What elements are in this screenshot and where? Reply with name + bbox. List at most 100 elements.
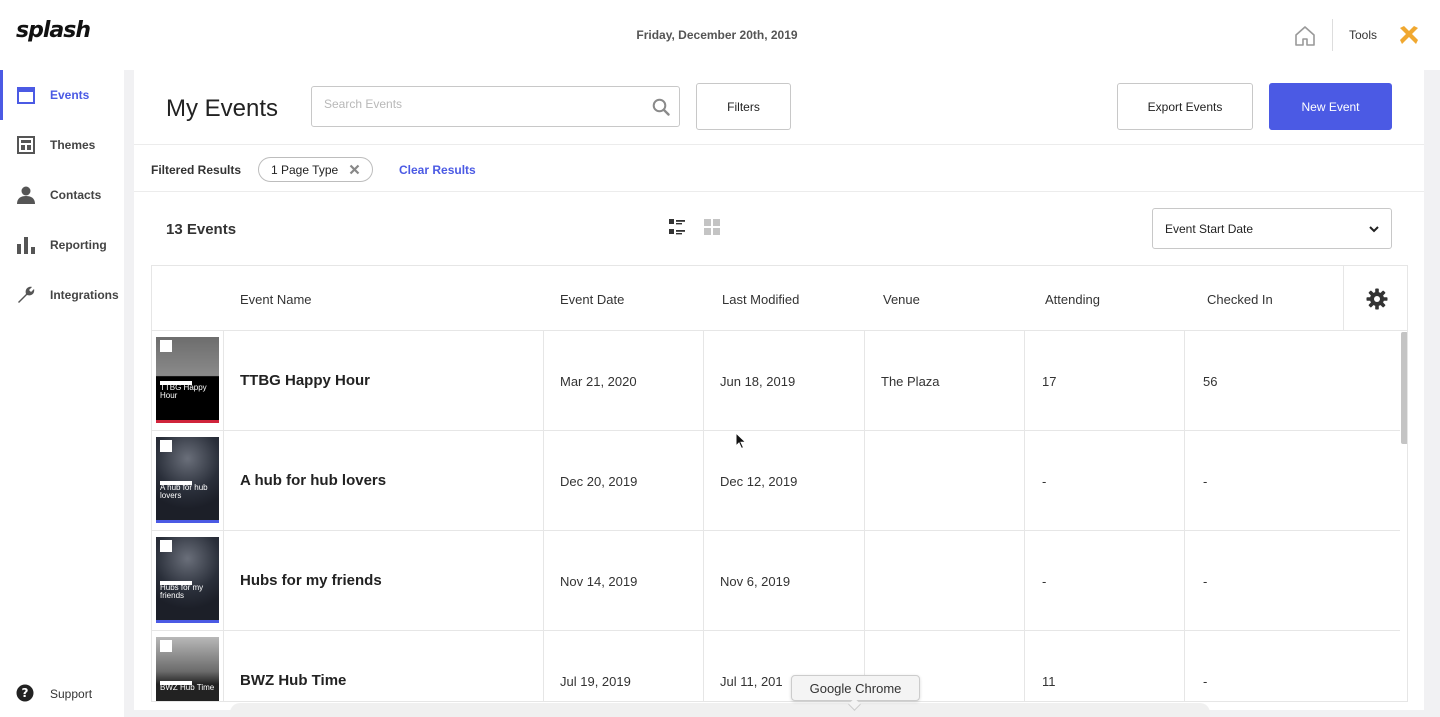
- filtered-results-label: Filtered Results: [151, 163, 242, 177]
- tools-icon: [160, 440, 172, 452]
- thumbnail-title: A hub for hub lovers: [160, 483, 208, 500]
- column-divider: [864, 431, 865, 531]
- thumbnail-title: TTBG Happy Hour: [160, 383, 207, 400]
- current-date: Friday, December 20th, 2019: [636, 28, 798, 42]
- tools-label[interactable]: Tools: [1349, 28, 1377, 42]
- column-header-checked-in[interactable]: Checked In: [1207, 292, 1273, 307]
- sort-select[interactable]: Event Start Date: [1152, 208, 1392, 249]
- tools-icon: [160, 340, 172, 352]
- event-name[interactable]: A hub for hub lovers: [240, 472, 386, 489]
- column-settings: [1343, 266, 1407, 331]
- person-icon: [17, 186, 35, 204]
- thumbnail-title: BWZ Hub Time: [160, 683, 215, 692]
- sidebar-item-label: Reporting: [50, 238, 107, 252]
- column-header-venue[interactable]: Venue: [883, 292, 920, 307]
- table-scrollbar-thumb[interactable]: [1401, 332, 1407, 444]
- last-modified: Jun 18, 2019: [720, 374, 796, 389]
- event-name[interactable]: Hubs for my friends: [240, 572, 382, 589]
- gear-icon[interactable]: [1366, 288, 1388, 310]
- table-row[interactable]: TTBG Happy Hour TTBG Happy Hour Mar 21, …: [152, 331, 1400, 431]
- table-row[interactable]: BWZ Hub Time BWZ Hub Time Jul 19, 2019 J…: [152, 631, 1400, 701]
- checked-in: -: [1203, 674, 1208, 689]
- column-divider: [703, 631, 704, 701]
- search-box[interactable]: [311, 86, 680, 127]
- new-event-button[interactable]: New Event: [1269, 83, 1392, 130]
- column-header-event-name[interactable]: Event Name: [240, 292, 312, 307]
- column-divider: [703, 331, 704, 431]
- event-thumbnail[interactable]: Hubs for my friends: [156, 537, 219, 623]
- tooltip: Google Chrome: [791, 675, 920, 701]
- list-view-icon[interactable]: [668, 218, 686, 236]
- grid-view-icon[interactable]: [703, 218, 721, 236]
- sidebar-item-label: Events: [50, 88, 90, 102]
- event-date: Mar 21, 2020: [560, 374, 637, 389]
- filter-chip-page-type[interactable]: 1 Page Type: [258, 157, 373, 182]
- event-name[interactable]: BWZ Hub Time: [240, 672, 346, 689]
- table-row[interactable]: A hub for hub lovers A hub for hub lover…: [152, 431, 1400, 531]
- close-icon[interactable]: [348, 163, 361, 176]
- column-header-attending[interactable]: Attending: [1045, 292, 1100, 307]
- table-row[interactable]: Hubs for my friends Hubs for my friends …: [152, 531, 1400, 631]
- events-count: 13 Events: [166, 221, 237, 238]
- calendar-icon: [17, 87, 35, 104]
- export-events-button[interactable]: Export Events: [1117, 83, 1253, 130]
- column-divider: [1024, 631, 1025, 701]
- filter-chip-label: 1 Page Type: [271, 163, 339, 177]
- column-divider: [1024, 431, 1025, 531]
- thumbnail-accent-bar: [156, 620, 219, 623]
- checked-in: -: [1203, 474, 1208, 489]
- attending: 17: [1042, 374, 1057, 389]
- sidebar: Events Themes Contacts Reporting Integra…: [0, 70, 124, 717]
- clear-results-link[interactable]: Clear Results: [399, 163, 476, 177]
- checked-in: 56: [1203, 374, 1218, 389]
- sidebar-item-reporting[interactable]: Reporting: [0, 220, 124, 270]
- column-divider: [703, 531, 704, 631]
- column-divider: [1184, 331, 1185, 431]
- sidebar-item-themes[interactable]: Themes: [0, 120, 124, 170]
- column-divider: [543, 331, 544, 431]
- event-name[interactable]: TTBG Happy Hour: [240, 372, 370, 389]
- svg-text:?: ?: [22, 686, 29, 700]
- column-header-last-modified[interactable]: Last Modified: [722, 292, 799, 307]
- last-modified: Nov 6, 2019: [720, 574, 791, 589]
- attending: 11: [1042, 674, 1056, 689]
- tools-icon: [160, 540, 172, 552]
- top-divider: [1332, 19, 1333, 51]
- column-divider: [543, 531, 544, 631]
- attending: -: [1042, 574, 1047, 589]
- support-label: Support: [50, 687, 93, 701]
- column-divider: [223, 331, 224, 431]
- event-thumbnail[interactable]: TTBG Happy Hour: [156, 337, 219, 423]
- sidebar-item-integrations[interactable]: Integrations: [0, 270, 124, 320]
- page-title: My Events: [166, 95, 279, 122]
- search-input[interactable]: [324, 97, 644, 111]
- sidebar-item-events[interactable]: Events: [0, 70, 124, 120]
- checked-in: -: [1203, 574, 1208, 589]
- column-divider: [864, 531, 865, 631]
- column-divider: [223, 531, 224, 631]
- column-divider: [1184, 531, 1185, 631]
- tools-icon: [160, 640, 172, 652]
- search-icon[interactable]: [652, 98, 670, 116]
- column-divider: [1024, 531, 1025, 631]
- filters-button[interactable]: Filters: [696, 83, 791, 130]
- column-divider: [864, 331, 865, 431]
- sidebar-item-contacts[interactable]: Contacts: [0, 170, 124, 220]
- thumbnail-accent-bar: [156, 420, 219, 423]
- column-divider: [223, 431, 224, 531]
- mouse-cursor-icon: [735, 432, 747, 450]
- column-divider: [543, 431, 544, 531]
- column-divider: [543, 631, 544, 701]
- tools-icon[interactable]: [1397, 23, 1421, 47]
- home-icon[interactable]: [1293, 24, 1317, 48]
- column-divider: [1184, 431, 1185, 531]
- column-header-event-date[interactable]: Event Date: [560, 292, 624, 307]
- sort-select-value: Event Start Date: [1165, 222, 1254, 236]
- thumbnail-accent-bar: [156, 520, 219, 523]
- event-thumbnail[interactable]: A hub for hub lovers: [156, 437, 219, 523]
- sidebar-item-label: Themes: [50, 138, 96, 152]
- event-thumbnail[interactable]: BWZ Hub Time: [156, 637, 219, 701]
- column-divider: [1024, 331, 1025, 431]
- events-table: Event Name Event Date Last Modified Venu…: [151, 265, 1408, 702]
- help-icon: ?: [16, 684, 34, 702]
